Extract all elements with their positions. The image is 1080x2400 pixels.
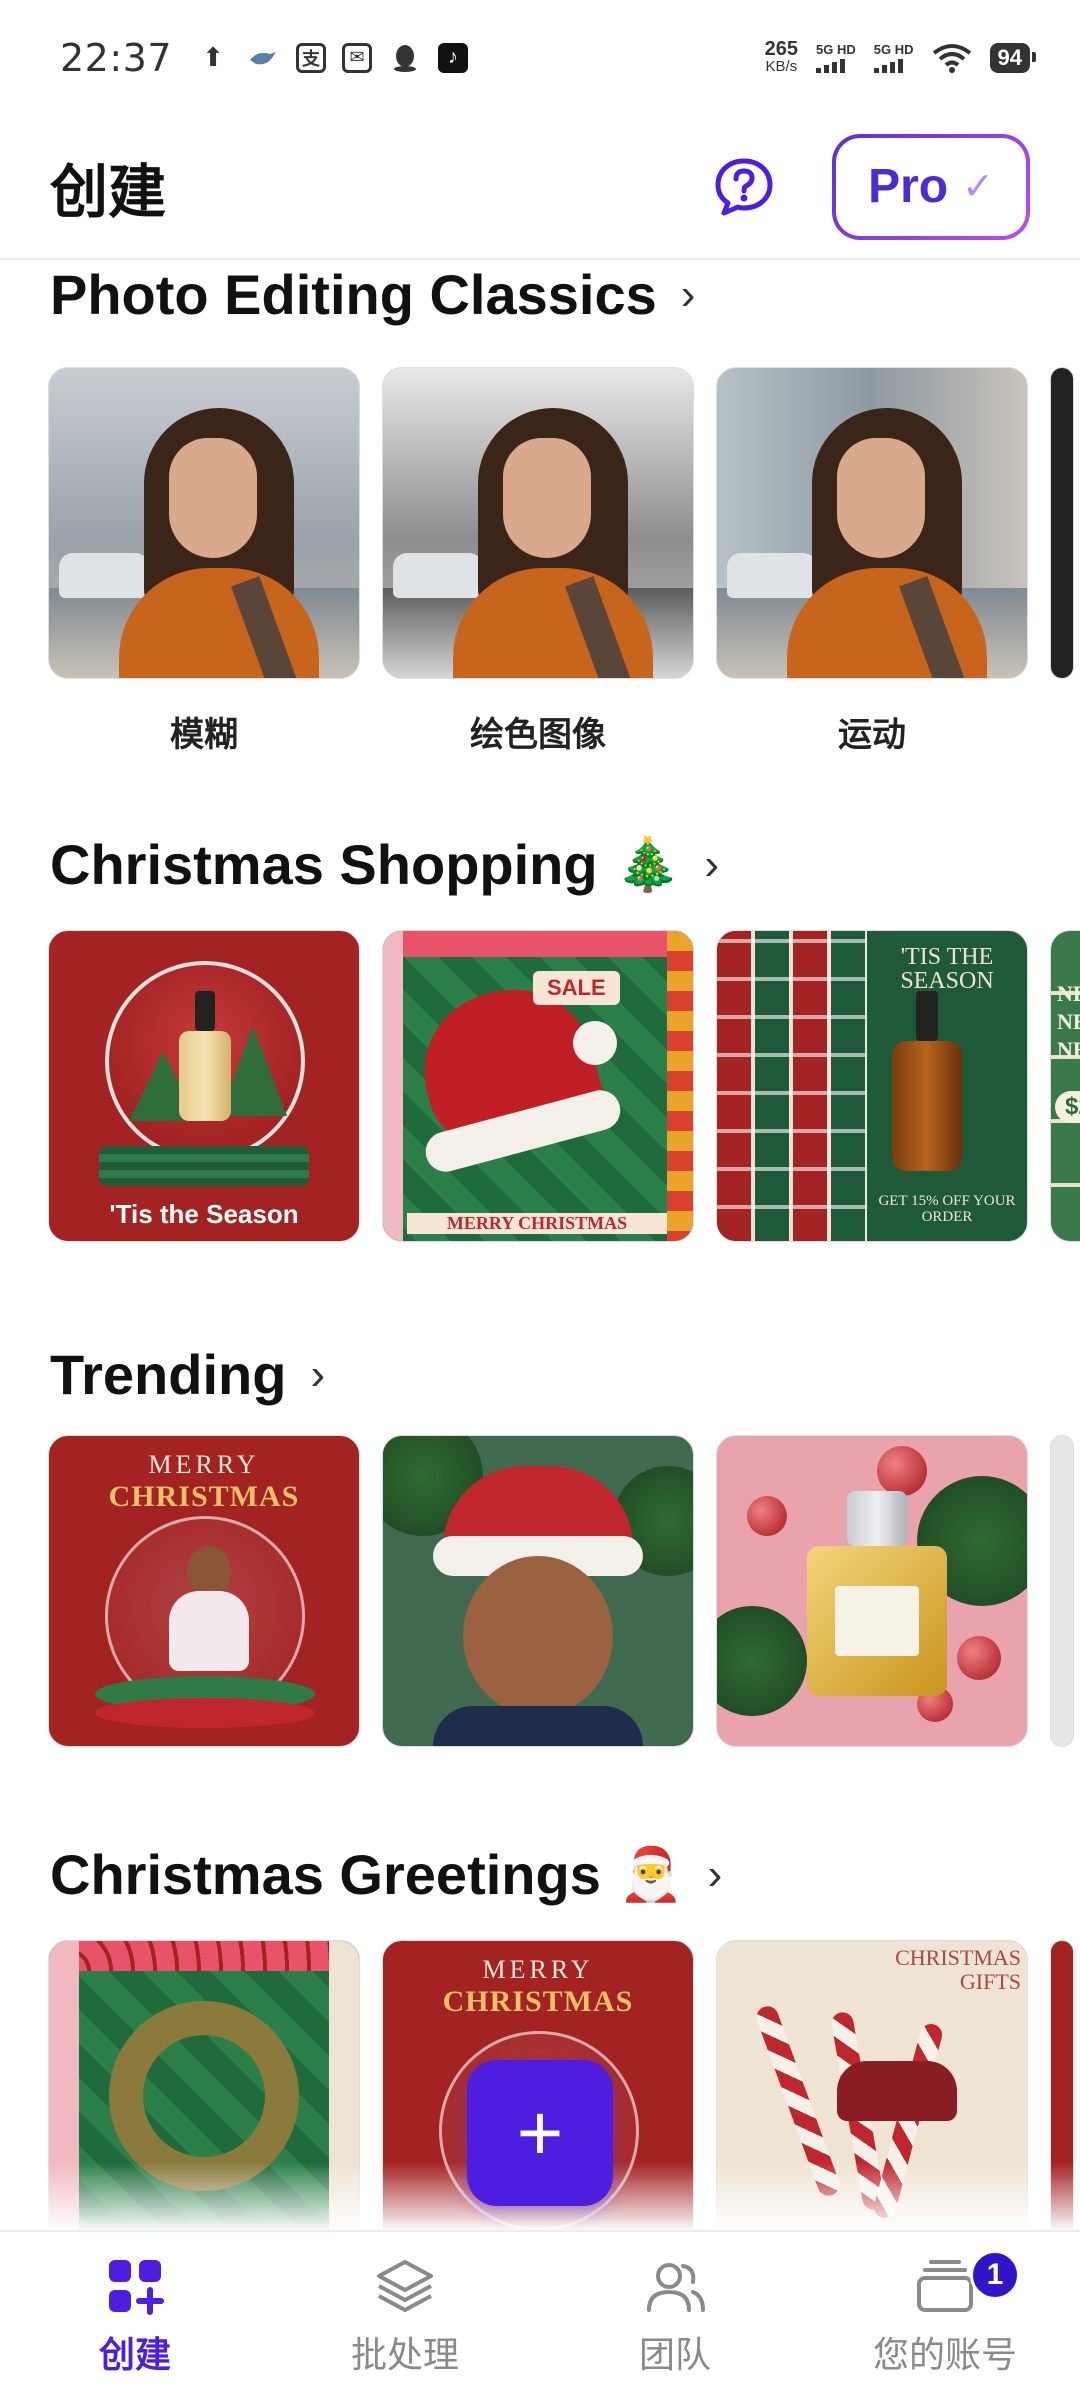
section-title: Christmas Greetings [50, 1843, 601, 1906]
card-label-blur: 模糊 [170, 716, 238, 754]
content-scroll-area[interactable]: Photo Editing Classics › 模糊 绘色图像 运动 Chri… [0, 262, 1080, 2230]
app-header: 创建 Pro ✓ [0, 115, 1080, 260]
nav-item-team[interactable]: 团队 [540, 2232, 810, 2400]
card-caption: GET 15% OFF YOUR ORDER [878, 1193, 1016, 1225]
christmas-shopping-row[interactable]: 'Tis the Season SALE MERRY CHRISTMAS 'TI… [48, 930, 1080, 1242]
plus-icon: + [516, 2088, 564, 2177]
christmas-tree-icon: 🎄 [615, 836, 681, 894]
bird-app-icon [246, 41, 280, 75]
pro-button[interactable]: Pro ✓ [832, 134, 1030, 240]
battery-indicator: 94 [989, 42, 1037, 73]
price-badge: $24 [1055, 1091, 1080, 1123]
section-title: Christmas Shopping [50, 833, 598, 896]
chevron-right-icon: › [704, 839, 719, 889]
help-icon[interactable] [712, 155, 776, 219]
sim2-label: 5G HD [873, 41, 914, 57]
card-line-2: GIFTS [959, 1969, 1021, 1994]
card-title: 'TIS THE SEASON [900, 944, 994, 994]
qq-icon [388, 41, 422, 75]
template-card-blur[interactable] [48, 367, 360, 679]
template-card-partial[interactable] [1050, 367, 1074, 679]
template-card-motion[interactable] [716, 367, 1028, 679]
signal-sim2: 5G HD [873, 41, 914, 73]
card-line-2: CHRISTMAS [108, 1480, 300, 1513]
section-header-christmas-shopping[interactable]: Christmas Shopping 🎄 › [50, 832, 719, 897]
mail-icon: ✉ [342, 42, 373, 73]
card-line-1: MERRY [148, 1450, 260, 1479]
card-caption: 'Tis the Season [109, 1199, 299, 1229]
trending-row[interactable]: MERRY CHRISTMAS [48, 1435, 1074, 1747]
template-card-color-splash[interactable] [382, 367, 694, 679]
new-label: NEW! [1057, 981, 1080, 1006]
team-icon [647, 2263, 705, 2312]
santa-icon: 🎅 [618, 1846, 684, 1904]
signal-bars-icon [873, 57, 903, 73]
section-header-christmas-greetings[interactable]: Christmas Greetings 🎅 › [50, 1842, 722, 1907]
card-line-2: CHRISTMAS [442, 1985, 634, 2018]
net-speed-unit: KB/s [765, 57, 798, 75]
nav-label: 批处理 [350, 2334, 459, 2375]
template-card-tis-the-season[interactable]: 'TIS THE SEASON GET 15% OFF YOUR ORDER [716, 930, 1028, 1242]
status-time: 22:37 [60, 35, 173, 80]
section-title: Photo Editing Classics [50, 263, 657, 326]
chevron-right-icon: › [707, 1849, 723, 1899]
upload-icon: ⬆ [202, 42, 224, 72]
page-title: 创建 [50, 157, 167, 226]
section-header-photo-editing[interactable]: Photo Editing Classics › [50, 262, 695, 327]
card-caption: MERRY CHRISTMAS [407, 1213, 667, 1234]
network-speed: 265 KB/s [764, 37, 799, 76]
photo-editing-row[interactable] [48, 367, 1074, 679]
template-card-partial[interactable] [1050, 1435, 1074, 1747]
nav-label: 团队 [638, 2334, 711, 2375]
template-card-snow-globe[interactable]: 'Tis the Season [48, 930, 360, 1242]
template-card-new-price[interactable]: NEW! NEW! NEW! $24 [1050, 930, 1080, 1242]
card-label-motion: 运动 [838, 716, 906, 754]
status-bar: 22:37 ⬆ 支 ✉ ♪ 265 KB/s 5G HD 5G HD 94 [0, 0, 1080, 115]
signal-bars-icon [816, 57, 846, 73]
section-title: Trending [50, 1343, 287, 1406]
notification-icons: ⬆ 支 ✉ ♪ [196, 41, 469, 75]
account-cards-icon [917, 2260, 973, 2312]
pay-app-icon: 支 [296, 42, 327, 73]
nav-label: 创建 [98, 2334, 171, 2375]
notification-badge: 1 [970, 2250, 1020, 2300]
nav-label: 您的账号 [872, 2334, 1017, 2375]
card-line-1: CHRISTMAS [895, 1945, 1021, 1970]
sale-badge: SALE [533, 971, 620, 1005]
chevron-right-icon: › [310, 1349, 326, 1399]
template-card-santa-hat[interactable]: SALE MERRY CHRISTMAS [382, 930, 694, 1242]
template-card-child-santa[interactable] [382, 1435, 694, 1747]
new-label: NEW! [1057, 1037, 1080, 1062]
wifi-icon [932, 43, 971, 73]
create-new-button[interactable]: + [467, 2060, 613, 2206]
nav-item-account[interactable]: 您的账号 1 [810, 2232, 1080, 2400]
pro-label: Pro [868, 160, 949, 213]
nav-item-batch[interactable]: 批处理 [270, 2232, 540, 2400]
system-status: 265 KB/s 5G HD 5G HD 94 [764, 37, 1037, 76]
new-label: NEW! [1057, 1009, 1080, 1034]
layers-icon [377, 2260, 433, 2312]
net-speed-value: 265 [764, 37, 799, 60]
nav-item-create[interactable]: 创建 [0, 2232, 270, 2400]
sim1-label: 5G HD [816, 41, 856, 57]
signal-sim1: 5G HD [816, 41, 856, 73]
card-line-1: MERRY [482, 1955, 594, 1984]
grid-plus-icon [109, 2260, 164, 2315]
template-card-perfume[interactable] [716, 1435, 1028, 1747]
chevron-right-icon: › [680, 269, 696, 319]
section-header-trending[interactable]: Trending › [50, 1342, 325, 1407]
check-icon: ✓ [962, 166, 994, 208]
card-label-color-splash: 绘色图像 [470, 716, 606, 754]
tiktok-icon: ♪ [438, 42, 469, 73]
template-card-merry-christmas-globe[interactable]: MERRY CHRISTMAS [48, 1435, 360, 1747]
bottom-nav: 创建 批处理 团队 您的账号 1 [0, 2230, 1080, 2400]
